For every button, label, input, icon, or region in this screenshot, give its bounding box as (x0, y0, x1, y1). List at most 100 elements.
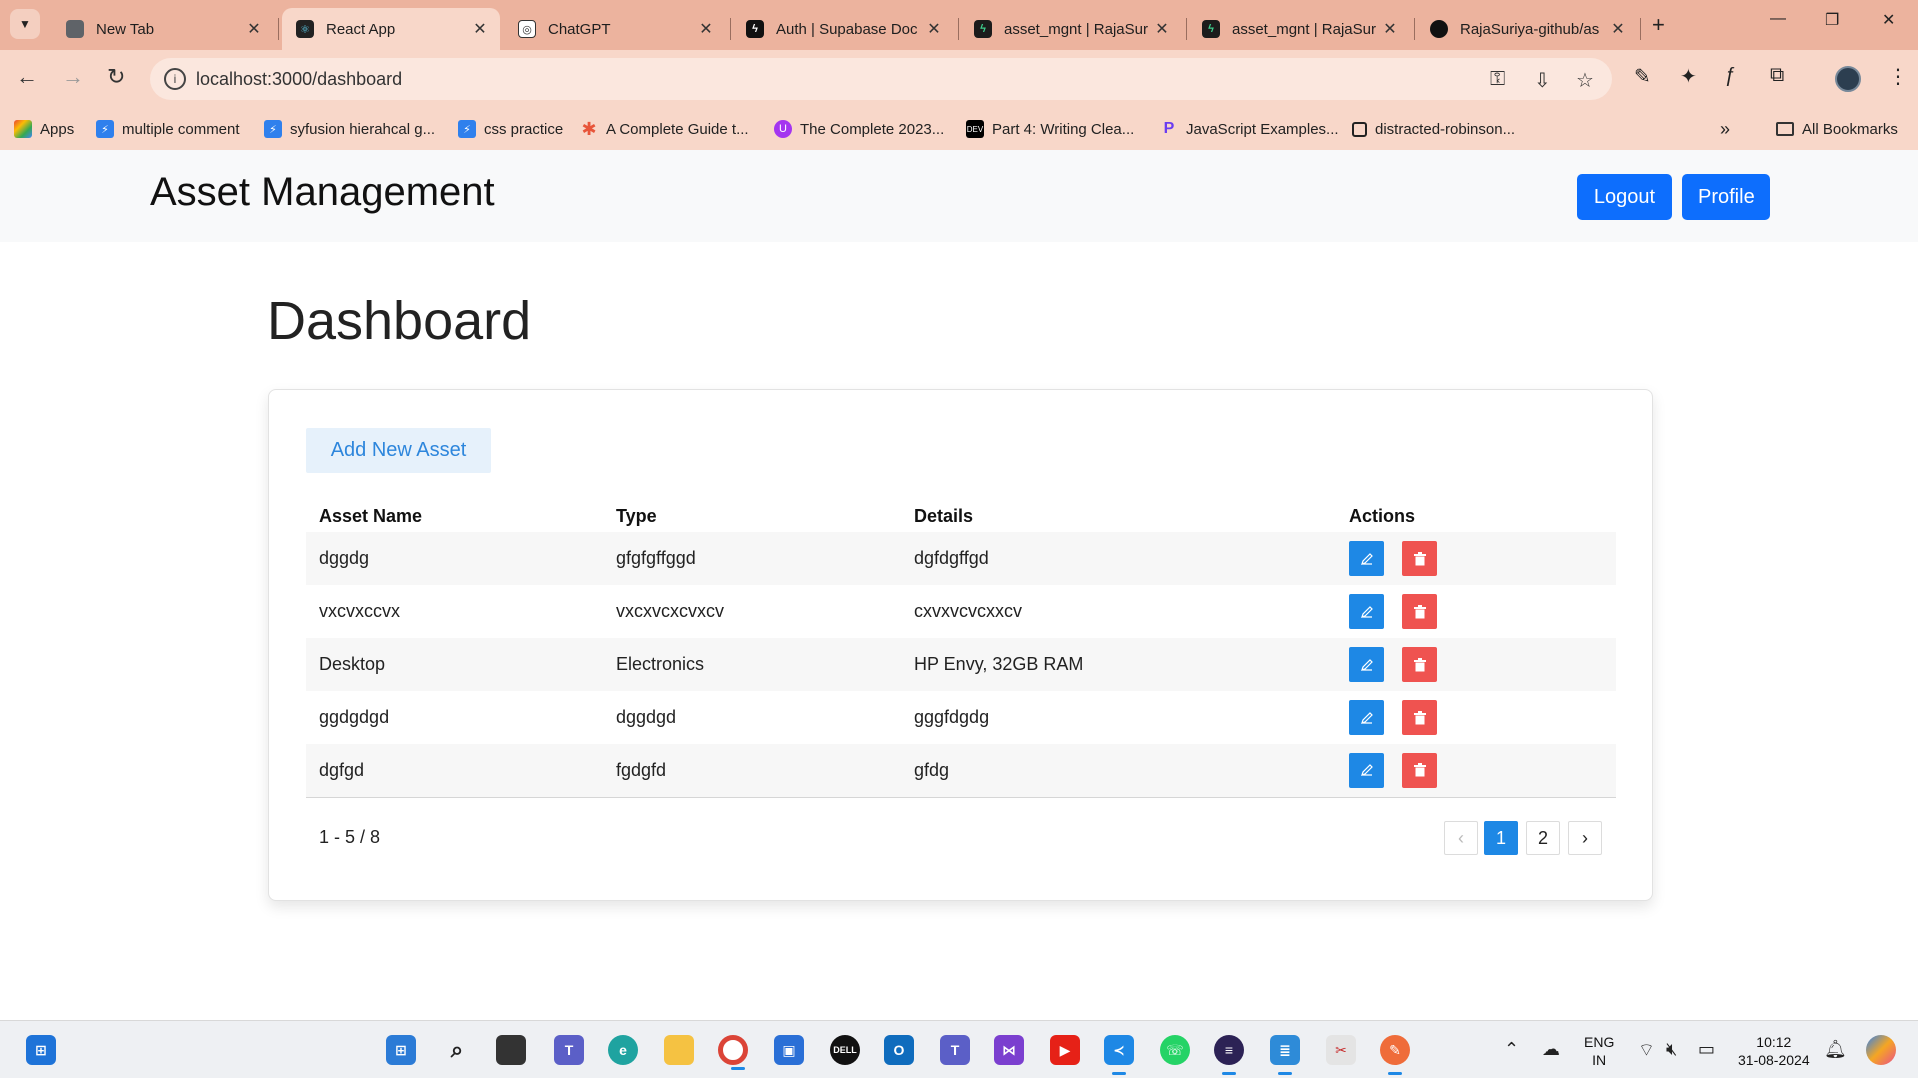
menu-kebab-icon[interactable]: ⋮ (1888, 64, 1908, 89)
task-view-icon[interactable] (496, 1035, 526, 1065)
address-bar[interactable]: i localhost:3000/dashboard ⚿ ⇩ ☆ (150, 58, 1612, 100)
restore-icon[interactable]: ❐ (1825, 10, 1839, 30)
start-menu-icon[interactable]: ⊞ (386, 1035, 416, 1065)
teams-work-icon[interactable]: T (940, 1035, 970, 1065)
close-icon[interactable]: ✕ (696, 19, 716, 39)
bookmark-label: distracted-robinson... (1375, 120, 1516, 138)
bookmark-item[interactable]: ⚡ syfusion hierahcal g... (264, 118, 435, 140)
close-icon[interactable]: ✕ (244, 19, 264, 39)
tab-asset-mgnt-2[interactable]: ϟ asset_mgnt | RajaSur ✕ (1188, 8, 1410, 50)
show-hidden-icons-icon[interactable]: ⌃ (1504, 1039, 1519, 1060)
tab-title: Auth | Supabase Doc (776, 20, 918, 38)
bookmark-label: The Complete 2023... (800, 120, 945, 138)
forward-icon[interactable]: → (62, 64, 84, 90)
back-icon[interactable]: ← (16, 64, 38, 90)
tab-asset-mgnt-1[interactable]: ϟ asset_mgnt | RajaSur ✕ (960, 8, 1182, 50)
close-icon[interactable]: ✕ (1380, 19, 1400, 39)
app-brand[interactable]: Asset Management (150, 170, 495, 215)
column-header-actions: Actions (1349, 505, 1416, 526)
tab-supabase-docs[interactable]: ϟ Auth | Supabase Doc ✕ (732, 8, 954, 50)
extensions-puzzle-icon[interactable]: ⧉ (1770, 64, 1784, 87)
delete-button[interactable] (1402, 700, 1437, 735)
language-indicator[interactable]: ENG IN (1584, 1033, 1614, 1069)
vscode-icon[interactable]: ≺ (1104, 1035, 1134, 1075)
teams-icon[interactable]: T (554, 1035, 584, 1065)
copilot-icon[interactable] (1866, 1035, 1896, 1065)
all-bookmarks[interactable]: All Bookmarks (1776, 118, 1898, 140)
bookmark-star-icon[interactable]: ☆ (1576, 68, 1594, 93)
windows-start-icon[interactable]: ⊞ (26, 1035, 56, 1065)
install-app-icon[interactable]: ⇩ (1534, 68, 1551, 93)
edge-icon[interactable]: e (608, 1035, 638, 1065)
microsoft-store-icon[interactable]: ▣ (774, 1035, 804, 1065)
next-page-button[interactable]: › (1568, 821, 1602, 855)
extension-sparkle-icon[interactable]: ✦ (1680, 64, 1697, 89)
bookmark-item[interactable]: ✱ A Complete Guide t... (580, 118, 748, 140)
file-explorer-icon[interactable] (664, 1035, 694, 1065)
bookmark-label: JavaScript Examples... (1186, 120, 1339, 138)
clock[interactable]: 10:12 31-08-2024 (1738, 1033, 1810, 1069)
youtube-icon[interactable]: ▶ (1050, 1035, 1080, 1065)
profile-button[interactable]: Profile (1682, 174, 1770, 220)
volume-muted-icon[interactable]: 🔇︎ (1666, 1039, 1677, 1060)
visual-studio-icon[interactable]: ⋈ (994, 1035, 1024, 1065)
bookmark-item[interactable]: distracted-robinson... (1352, 118, 1515, 140)
edit-button[interactable] (1349, 700, 1384, 735)
outlook-icon[interactable]: O (884, 1035, 914, 1065)
add-new-asset-button[interactable]: Add New Asset (306, 428, 491, 473)
onedrive-icon[interactable]: ☁ (1542, 1039, 1560, 1060)
wifi-icon[interactable]: ⌔ (1638, 1039, 1655, 1062)
extension-fx-icon[interactable]: ƒ (1724, 64, 1735, 87)
bookmark-item[interactable]: P JavaScript Examples... (1160, 118, 1339, 140)
edit-button[interactable] (1349, 594, 1384, 629)
minimize-icon[interactable]: — (1770, 10, 1786, 28)
chrome-icon[interactable] (718, 1035, 748, 1070)
tab-react-app[interactable]: ⚛ React App ✕ (282, 8, 500, 50)
windows-taskbar: ⊞ ⊞ ⌕ T e ▣ DELL O T ⋈ ▶ ≺ ☏ ≡ ≣ ✂ ✎ ⌃ ☁… (0, 1020, 1918, 1078)
tab-chatgpt[interactable]: ◎ ChatGPT ✕ (504, 8, 726, 50)
bookmark-item[interactable]: DEV Part 4: Writing Clea... (966, 118, 1134, 140)
delete-button[interactable] (1402, 594, 1437, 629)
profile-avatar[interactable] (1835, 66, 1861, 92)
delete-button[interactable] (1402, 752, 1437, 788)
edit-button[interactable] (1349, 541, 1384, 576)
tab-new-tab[interactable]: New Tab ✕ (52, 8, 274, 50)
key-icon[interactable]: ⚿ (1490, 68, 1505, 91)
chrome-icon (66, 20, 84, 38)
eclipse-icon[interactable]: ≡ (1214, 1035, 1244, 1075)
whatsapp-icon[interactable]: ☏ (1160, 1035, 1190, 1065)
url-text[interactable]: localhost:3000/dashboard (196, 69, 402, 90)
edit-button[interactable] (1349, 752, 1384, 788)
logout-button[interactable]: Logout (1577, 174, 1672, 220)
new-tab-button[interactable]: + (1652, 12, 1665, 38)
edit-button[interactable] (1349, 647, 1384, 682)
extension-pen-icon[interactable]: ✎ (1634, 64, 1651, 89)
notification-bell-icon[interactable]: 🔔︎ (1824, 1039, 1847, 1060)
reload-icon[interactable]: ↻ (107, 64, 125, 90)
page-button-1[interactable]: 1 (1484, 821, 1518, 855)
close-icon[interactable]: ✕ (924, 19, 944, 39)
tab-search-button[interactable]: ▼ (10, 9, 40, 39)
site-info-icon[interactable]: i (164, 68, 186, 90)
snipping-tool-icon[interactable]: ✂ (1326, 1035, 1356, 1065)
notepad-icon[interactable]: ≣ (1270, 1035, 1300, 1075)
bookmark-item[interactable]: ⚡ css practice (458, 118, 563, 140)
pencil-icon (1360, 605, 1373, 618)
bookmark-item[interactable]: ⚡ multiple comment (96, 118, 240, 140)
postman-icon[interactable]: ✎ (1380, 1035, 1410, 1075)
tab-github[interactable]: RajaSuriya-github/as ✕ (1416, 8, 1638, 50)
window-close-icon[interactable]: ✕ (1882, 10, 1895, 30)
page-button-2[interactable]: 2 (1526, 821, 1560, 855)
bookmark-apps[interactable]: Apps (14, 118, 74, 140)
battery-icon[interactable]: ▭ (1698, 1039, 1715, 1060)
prev-page-button[interactable]: ‹ (1444, 821, 1478, 855)
delete-button[interactable] (1402, 647, 1437, 682)
close-icon[interactable]: ✕ (1152, 19, 1172, 39)
bookmarks-overflow-icon[interactable]: » (1720, 118, 1730, 140)
search-icon[interactable]: ⌕ (442, 1035, 472, 1065)
delete-button[interactable] (1402, 541, 1437, 576)
close-icon[interactable]: ✕ (1608, 19, 1628, 39)
close-icon[interactable]: ✕ (470, 19, 490, 39)
bookmark-item[interactable]: U The Complete 2023... (774, 118, 944, 140)
dell-icon[interactable]: DELL (830, 1035, 860, 1065)
